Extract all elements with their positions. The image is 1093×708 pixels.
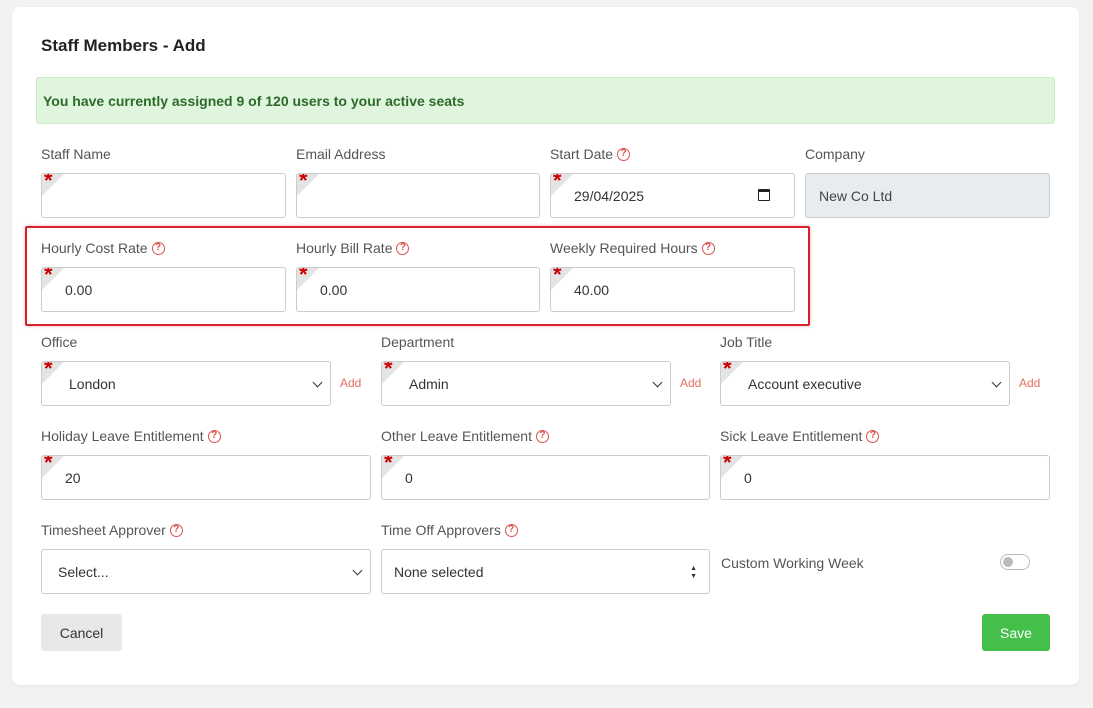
page-title: Staff Members - Add xyxy=(41,36,206,55)
required-icon: * xyxy=(44,173,53,193)
sick-leave-label: Sick Leave Entitlement? xyxy=(720,428,880,444)
company-value: New Co Ltd xyxy=(819,187,893,204)
required-icon: * xyxy=(723,361,732,381)
staff-name-label: Staff Name xyxy=(41,146,111,162)
start-date-value: 29/04/2025 xyxy=(574,187,645,204)
required-icon: * xyxy=(44,455,53,475)
highlight-box xyxy=(25,226,810,326)
staff-name-input[interactable]: * xyxy=(41,173,286,218)
toggle-knob xyxy=(1003,557,1013,567)
timesheet-approver-label: Timesheet Approver? xyxy=(41,522,183,538)
other-leave-label-text: Other Leave Entitlement xyxy=(381,428,532,444)
help-icon[interactable]: ? xyxy=(207,429,221,443)
start-date-label-text: Start Date xyxy=(550,146,614,162)
time-off-approvers-value: None selected xyxy=(394,563,484,580)
cancel-button[interactable]: Cancel xyxy=(41,614,122,651)
help-icon[interactable]: ? xyxy=(169,523,183,537)
job-title-label: Job Title xyxy=(720,334,772,350)
email-label-text: Email Address xyxy=(296,146,386,162)
holiday-leave-label: Holiday Leave Entitlement? xyxy=(41,428,221,444)
office-label: Office xyxy=(41,334,77,350)
staff-name-label-text: Staff Name xyxy=(41,146,111,162)
add-office-link[interactable]: Add xyxy=(340,376,361,390)
company-label: Company xyxy=(805,146,865,162)
help-icon[interactable]: ? xyxy=(535,429,549,443)
email-label: Email Address xyxy=(296,146,385,162)
required-icon: * xyxy=(299,173,308,193)
department-label-text: Department xyxy=(381,334,455,350)
office-select[interactable]: * London xyxy=(41,361,331,406)
sick-leave-input[interactable]: * 0 xyxy=(720,455,1050,500)
custom-week-toggle[interactable] xyxy=(1000,554,1030,570)
required-icon: * xyxy=(723,455,732,475)
chevron-down-icon xyxy=(312,377,323,388)
required-icon: * xyxy=(44,361,53,381)
office-label-text: Office xyxy=(41,334,78,350)
seats-alert: You have currently assigned 9 of 120 use… xyxy=(36,77,1055,124)
holiday-leave-label-text: Holiday Leave Entitlement xyxy=(41,428,204,444)
custom-week-label: Custom Working Week xyxy=(721,555,864,571)
time-off-approvers-select[interactable]: None selected ▲ ▼ xyxy=(381,549,710,594)
other-leave-input[interactable]: * 0 xyxy=(381,455,710,500)
required-icon: * xyxy=(553,173,562,193)
time-off-approvers-label-text: Time Off Approvers xyxy=(381,522,501,538)
sick-leave-value: 0 xyxy=(744,469,752,486)
holiday-leave-input[interactable]: * 20 xyxy=(41,455,371,500)
help-icon[interactable]: ? xyxy=(504,523,518,537)
chevron-down-icon xyxy=(652,377,663,388)
job-title-value: Account executive xyxy=(748,375,862,392)
timesheet-approver-select[interactable]: Select... xyxy=(41,549,371,594)
updown-arrows-icon: ▲ ▼ xyxy=(690,565,697,580)
calendar-icon[interactable] xyxy=(758,189,770,201)
other-leave-label: Other Leave Entitlement? xyxy=(381,428,549,444)
sick-leave-label-text: Sick Leave Entitlement xyxy=(720,428,863,444)
required-icon: * xyxy=(384,361,393,381)
help-icon[interactable]: ? xyxy=(866,429,880,443)
timesheet-approver-label-text: Timesheet Approver xyxy=(41,522,166,538)
timesheet-approver-value: Select... xyxy=(58,563,109,580)
chevron-down-icon xyxy=(991,377,1002,388)
add-department-link[interactable]: Add xyxy=(680,376,701,390)
other-leave-value: 0 xyxy=(405,469,413,486)
save-button[interactable]: Save xyxy=(982,614,1050,651)
email-input[interactable]: * xyxy=(296,173,540,218)
start-date-input[interactable]: * 29/04/2025 xyxy=(550,173,795,218)
job-title-select[interactable]: * Account executive xyxy=(720,361,1010,406)
department-select[interactable]: * Admin xyxy=(381,361,671,406)
required-icon: * xyxy=(384,455,393,475)
holiday-leave-value: 20 xyxy=(65,469,81,486)
department-label: Department xyxy=(381,334,454,350)
custom-week-label-text: Custom Working Week xyxy=(721,555,864,571)
start-date-label: Start Date? xyxy=(550,146,631,162)
add-job-title-link[interactable]: Add xyxy=(1019,376,1040,390)
office-value: London xyxy=(69,375,116,392)
help-icon[interactable]: ? xyxy=(617,147,631,161)
company-label-text: Company xyxy=(805,146,865,162)
time-off-approvers-label: Time Off Approvers? xyxy=(381,522,518,538)
company-field: New Co Ltd xyxy=(805,173,1050,218)
job-title-label-text: Job Title xyxy=(720,334,773,350)
department-value: Admin xyxy=(409,375,449,392)
chevron-down-icon xyxy=(352,565,363,576)
seats-alert-text: You have currently assigned 9 of 120 use… xyxy=(43,92,465,109)
